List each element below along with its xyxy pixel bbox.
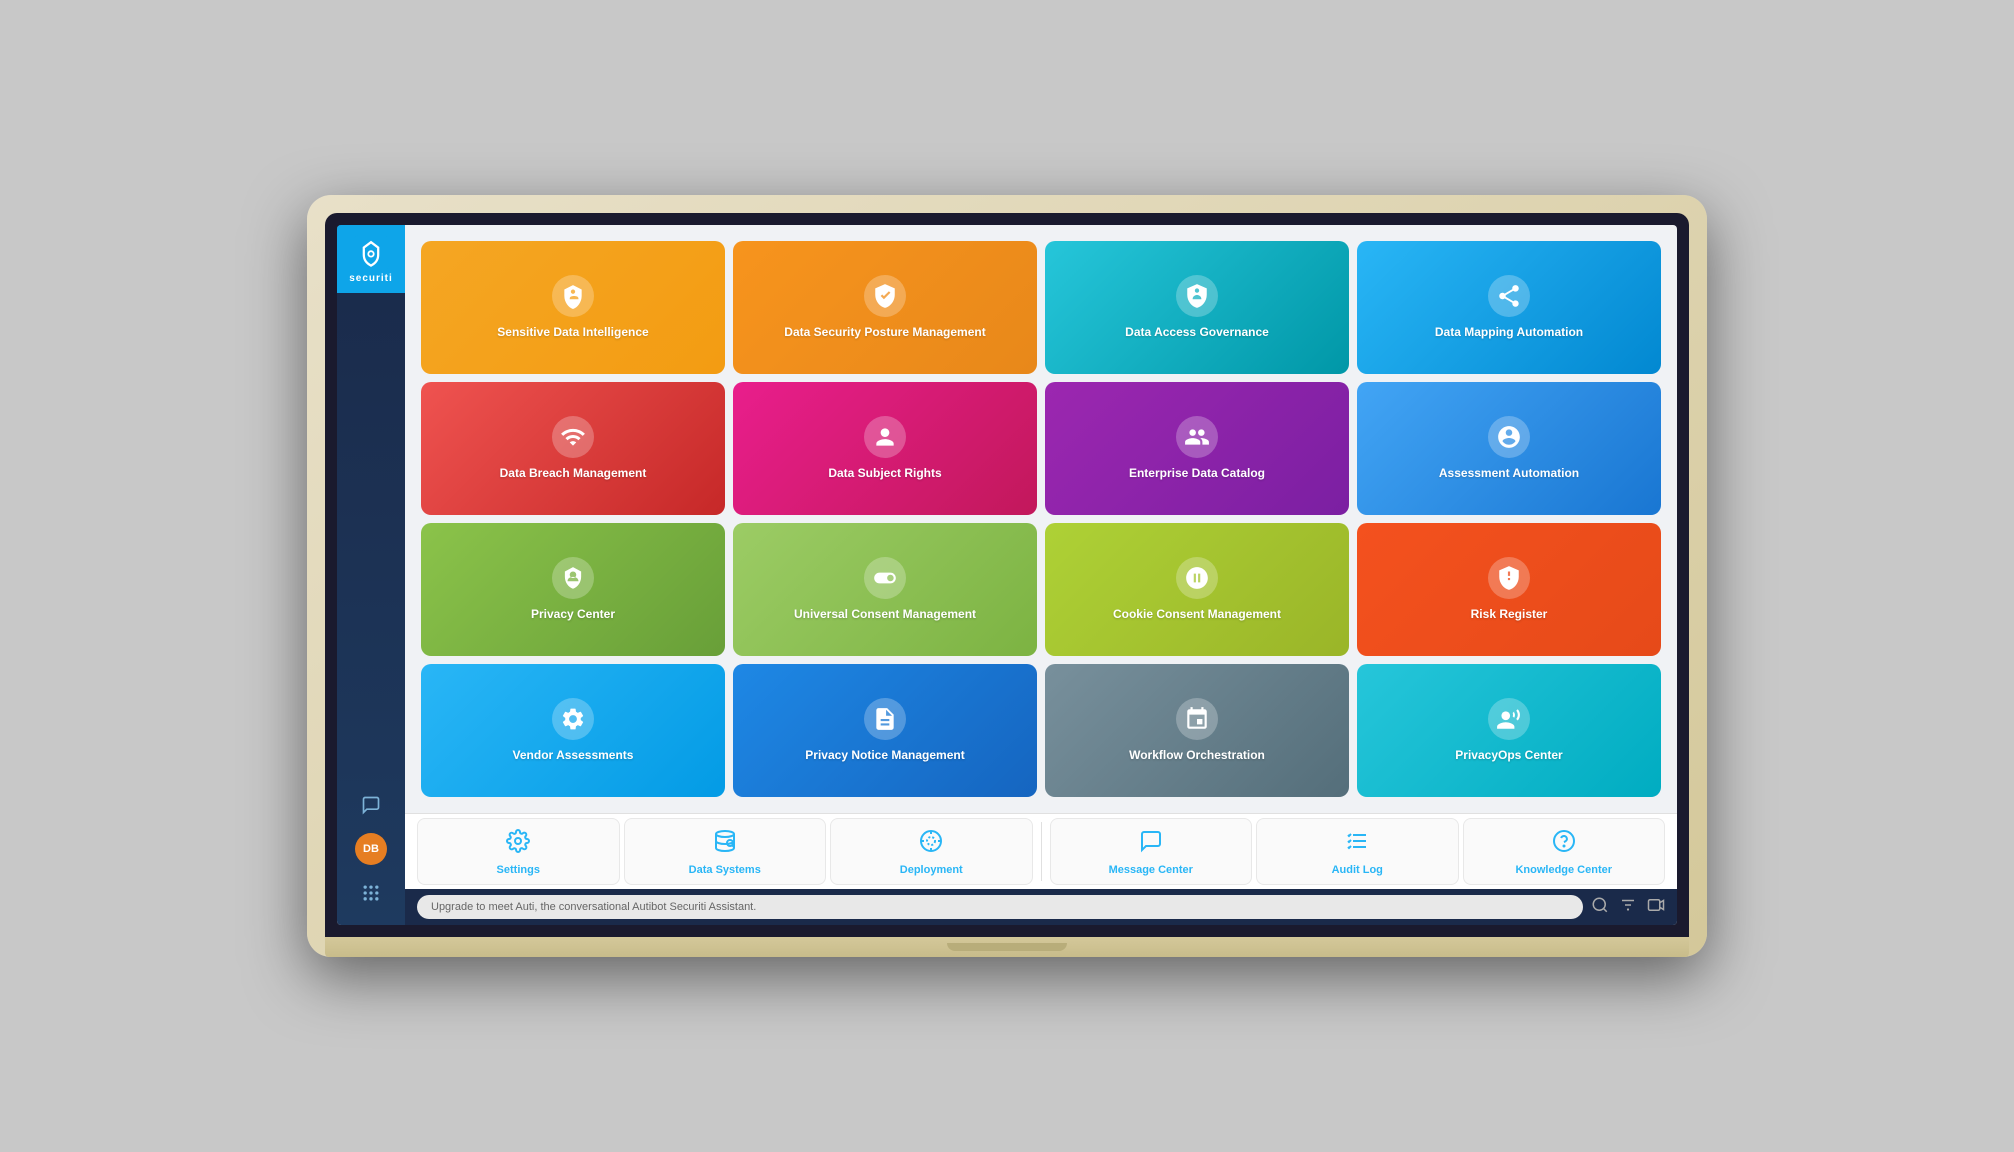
chat-icon[interactable] (355, 789, 387, 821)
bottom-item-data-systems[interactable]: Data Systems (624, 818, 827, 885)
tile-data-security-posture[interactable]: Data Security Posture Management (733, 241, 1037, 374)
logo-text: securiti (349, 273, 393, 284)
main-content: Sensitive Data Intelligence Data Securit… (405, 225, 1677, 925)
enterprise-catalog-icon (1176, 416, 1218, 458)
tile-enterprise-data-catalog[interactable]: Enterprise Data Catalog (1045, 382, 1349, 515)
user-avatar[interactable]: DB (355, 833, 387, 865)
tile-privacy-notice[interactable]: Privacy Notice Management (733, 664, 1037, 797)
tile-risk-register[interactable]: Risk Register (1357, 523, 1661, 656)
bottom-item-knowledge-center[interactable]: Knowledge Center (1463, 818, 1666, 885)
sensitive-data-icon (552, 275, 594, 317)
cookie-consent-icon (1176, 557, 1218, 599)
taskbar-icons (1591, 896, 1665, 919)
risk-register-icon (1488, 557, 1530, 599)
tile-vendor-assessments[interactable]: Vendor Assessments (421, 664, 725, 797)
logo-icon (353, 235, 389, 271)
tile-workflow-orchestration[interactable]: Workflow Orchestration (1045, 664, 1349, 797)
tile-sensitive-data-intelligence[interactable]: Sensitive Data Intelligence (421, 241, 725, 374)
bottom-group-right: Message Center (1050, 818, 1666, 885)
bottom-item-audit-log[interactable]: Audit Log (1256, 818, 1459, 885)
sidebar: securiti DB (337, 225, 405, 925)
tile-assessment-automation[interactable]: Assessment Automation (1357, 382, 1661, 515)
tile-privacy-center[interactable]: Privacy Center (421, 523, 725, 656)
data-subject-icon (864, 416, 906, 458)
logo-area[interactable]: securiti (337, 225, 405, 293)
tiles-grid: Sensitive Data Intelligence Data Securit… (405, 225, 1677, 813)
vendor-assessments-icon (552, 698, 594, 740)
sidebar-bottom: DB (355, 789, 387, 925)
video-taskbar-icon[interactable] (1647, 896, 1665, 919)
laptop-frame: securiti DB (307, 195, 1707, 957)
tile-privacyops-center[interactable]: PrivacyOps Center (1357, 664, 1661, 797)
taskbar: Upgrade to meet Auti, the conversational… (405, 889, 1677, 925)
bottom-group-left: Settings (417, 818, 1033, 885)
filter-taskbar-icon[interactable] (1619, 896, 1637, 919)
laptop-base (325, 937, 1689, 957)
tile-data-access-governance[interactable]: Data Access Governance (1045, 241, 1349, 374)
search-taskbar-icon[interactable] (1591, 896, 1609, 919)
data-breach-icon (552, 416, 594, 458)
universal-consent-icon (864, 557, 906, 599)
bottom-separator (1041, 822, 1042, 881)
bottom-bar: Settings (405, 813, 1677, 889)
bottom-item-deployment[interactable]: Deployment (830, 818, 1033, 885)
privacyops-icon (1488, 698, 1530, 740)
laptop-notch (947, 943, 1067, 951)
tile-data-breach[interactable]: Data Breach Management (421, 382, 725, 515)
data-security-icon (864, 275, 906, 317)
tile-data-mapping[interactable]: Data Mapping Automation (1357, 241, 1661, 374)
bottom-item-message-center[interactable]: Message Center (1050, 818, 1253, 885)
grid-icon[interactable] (355, 877, 387, 909)
tile-universal-consent[interactable]: Universal Consent Management (733, 523, 1037, 656)
assessment-icon (1488, 416, 1530, 458)
data-mapping-icon (1488, 275, 1530, 317)
screen: securiti DB (337, 225, 1677, 925)
tile-cookie-consent[interactable]: Cookie Consent Management (1045, 523, 1349, 656)
privacy-center-icon (552, 557, 594, 599)
bottom-item-settings[interactable]: Settings (417, 818, 620, 885)
chat-bubble[interactable]: Upgrade to meet Auti, the conversational… (417, 895, 1583, 919)
screen-bezel: securiti DB (325, 213, 1689, 937)
privacy-notice-icon (864, 698, 906, 740)
tile-data-subject-rights[interactable]: Data Subject Rights (733, 382, 1037, 515)
workflow-icon (1176, 698, 1218, 740)
data-access-icon (1176, 275, 1218, 317)
